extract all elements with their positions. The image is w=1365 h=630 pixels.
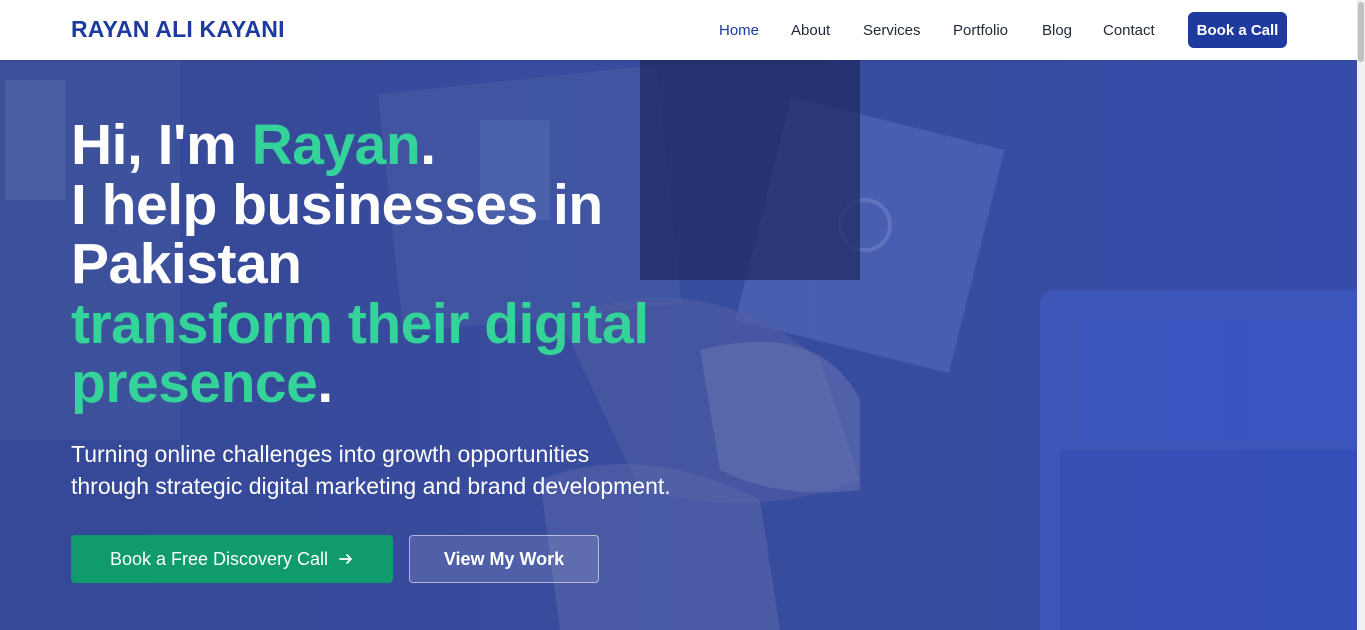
headline-line-3: Pakistan [71,232,302,296]
book-discovery-call-label: Book a Free Discovery Call [109,548,329,569]
top-navbar: RAYAN ALI KAYANI Home About Services Por… [0,0,1357,60]
hero-section: Hi, I'm Rayan. I help businesses in Paki… [0,60,1357,630]
nav-link-about[interactable]: About [791,22,830,39]
headline-line-5: presence. [71,351,831,415]
arrow-right-icon [339,554,352,564]
scrollbar-thumb[interactable] [1358,2,1364,62]
nav-link-services[interactable]: Services [863,22,921,39]
headline-line-2: I help businesses in [71,172,603,237]
hero-headline: Hi, I'm Rayan. I help businesses in Paki… [71,113,831,415]
highlight-name: Rayan [251,113,421,177]
book-discovery-call-button[interactable]: Book a Free Discovery Call [71,535,393,583]
hero-subheading: Turning online challenges into growth op… [71,438,791,502]
nav-link-contact[interactable]: Contact [1103,22,1155,39]
headline-line-4: transform their digital [71,291,649,356]
site-logo[interactable]: RAYAN ALI KAYANI [71,16,285,43]
nav-link-blog[interactable]: Blog [1042,22,1072,39]
highlight-presence: presence [71,351,318,415]
view-my-work-button[interactable]: View My Work [409,535,599,583]
period: . [420,113,436,177]
page-scrollbar[interactable] [1357,0,1365,630]
period: . [317,351,333,415]
headline-line-1: Hi, I'm Rayan. [71,113,831,177]
nav-link-home[interactable]: Home [719,22,759,39]
greeting-text: Hi, I'm [71,113,252,177]
book-call-button[interactable]: Book a Call [1188,12,1287,48]
subheading-line-1: Turning online challenges into growth op… [71,441,590,467]
nav-link-portfolio[interactable]: Portfolio [953,22,1008,39]
subheading-line-2: through strategic digital marketing and … [71,473,671,499]
